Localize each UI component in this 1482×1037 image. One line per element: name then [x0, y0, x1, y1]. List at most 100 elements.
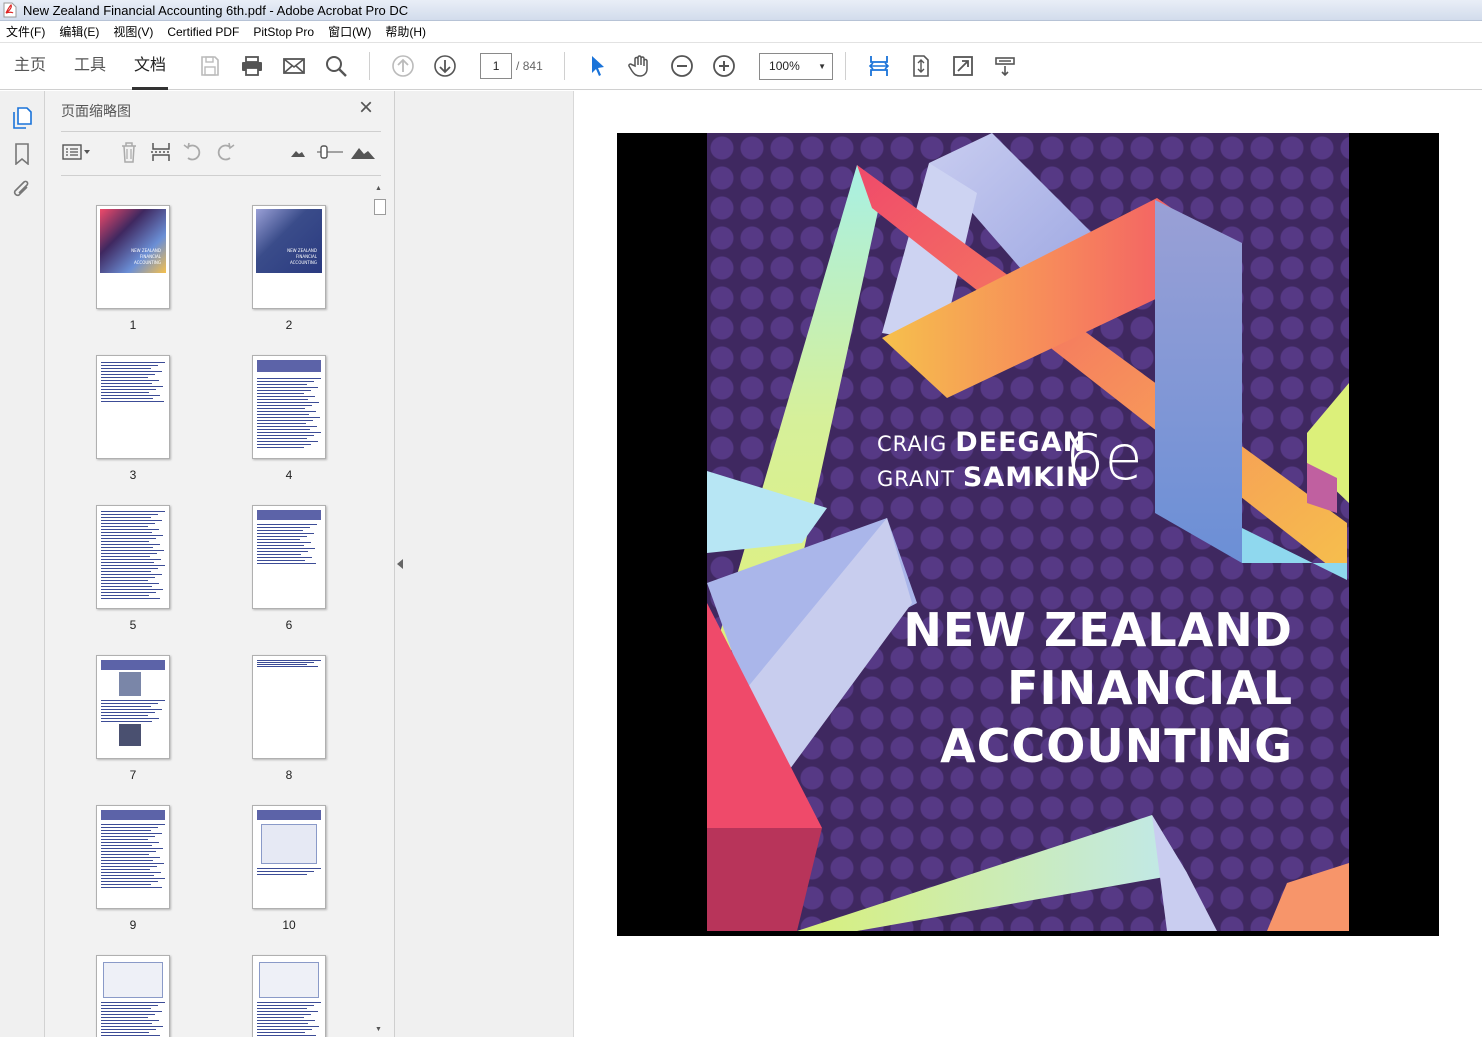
toolbar-divider — [564, 52, 566, 80]
rotate-cw-icon[interactable] — [211, 139, 239, 165]
menu-pitstop-pro[interactable]: PitStop Pro — [253, 25, 314, 39]
thumbnail-page-number: 3 — [129, 468, 137, 482]
menu-edit[interactable]: 编辑(E) — [59, 23, 99, 40]
thumb-text-line — [101, 863, 164, 864]
scrollbar-thumb[interactable] — [374, 199, 386, 215]
thumbnail-smaller-icon[interactable] — [283, 139, 311, 165]
thumb-text-line — [257, 393, 304, 394]
menu-window[interactable]: 窗口(W) — [328, 23, 371, 40]
thumbnail-scrollbar[interactable]: ▲ ▼ — [373, 181, 386, 1037]
search-icon[interactable] — [320, 50, 352, 82]
zoom-out-icon[interactable] — [666, 50, 698, 82]
page-thumbnail[interactable]: 10 — [252, 805, 326, 932]
page-thumbnails-icon[interactable] — [10, 105, 34, 131]
thumb-text-line — [101, 887, 162, 888]
print-icon[interactable] — [236, 50, 268, 82]
zoom-in-icon[interactable] — [708, 50, 740, 82]
menu-certified-pdf[interactable]: Certified PDF — [167, 25, 239, 39]
fullscreen-icon[interactable] — [947, 50, 979, 82]
fit-width-icon[interactable] — [863, 50, 895, 82]
page-thumbnail[interactable]: 9 — [96, 805, 170, 932]
hand-icon[interactable] — [624, 50, 656, 82]
book-cover: CRAIG DEEGAN GRANT SAMKIN 6e NEW ZEALAND F… — [707, 133, 1349, 931]
panel-divider — [61, 131, 381, 132]
thumb-text-line — [101, 592, 156, 593]
thumb-text-line — [101, 538, 156, 539]
thumb-text-line — [257, 414, 309, 415]
thumb-text-line — [257, 1002, 321, 1003]
document-view[interactable]: CRAIG DEEGAN GRANT SAMKIN 6e NEW ZEALAND F… — [575, 91, 1482, 1037]
page-thumbnail[interactable]: 5 — [96, 505, 170, 632]
select-cursor-icon[interactable] — [582, 50, 614, 82]
email-icon[interactable] — [278, 50, 310, 82]
page-number-input[interactable]: 1 — [480, 53, 513, 79]
page-thumbnail[interactable]: 4 — [252, 355, 326, 482]
page-thumbnail[interactable]: 8 — [252, 655, 326, 782]
thumb-text-line — [257, 554, 301, 555]
thumb-text-line — [101, 577, 155, 578]
attachment-icon[interactable] — [10, 177, 34, 203]
thumb-text-line — [101, 1002, 165, 1003]
thumb-text-line — [257, 1032, 305, 1033]
thumb-text-line — [101, 580, 148, 581]
thumb-text-line — [257, 387, 318, 388]
thumbnail-larger-icon[interactable] — [349, 139, 377, 165]
fit-page-icon[interactable] — [905, 50, 937, 82]
close-icon[interactable]: × — [355, 96, 377, 120]
menu-file[interactable]: 文件(F) — [6, 23, 45, 40]
collapse-panel-icon[interactable] — [397, 559, 403, 569]
thumbnail-image — [96, 505, 170, 609]
page-thumbnail[interactable]: 11 — [96, 955, 170, 1037]
thumbnail-list[interactable]: NEW ZEALAND FINANCIAL ACCOUNTING 1 NEW ZEALA… — [61, 181, 371, 1037]
options-menu-icon[interactable] — [61, 139, 91, 165]
thumb-text-line — [101, 1011, 162, 1012]
insert-page-icon[interactable] — [147, 139, 175, 165]
thumbnail-page-number: 7 — [129, 768, 137, 782]
page-thumbnail[interactable]: 12 — [252, 955, 326, 1037]
thumb-text-line — [101, 851, 156, 852]
thumb-text-line — [257, 557, 312, 558]
thumb-text-line — [257, 1014, 311, 1015]
page-thumbnail[interactable]: NEW ZEALAND FINANCIAL ACCOUNTING 1 — [96, 205, 170, 332]
delete-page-icon[interactable] — [115, 139, 143, 165]
thumb-text-line — [101, 1017, 148, 1018]
thumb-text-line — [257, 1035, 316, 1036]
thumbnail-image — [252, 955, 326, 1037]
tab-home[interactable]: 主页 — [0, 42, 60, 90]
tab-tools[interactable]: 工具 — [60, 42, 120, 90]
thumb-text-line — [101, 598, 160, 599]
menu-help[interactable]: 帮助(H) — [385, 23, 426, 40]
thumbnail-page-number: 8 — [285, 768, 293, 782]
page-thumbnail[interactable]: 7 — [96, 655, 170, 782]
thumb-text-line — [257, 1017, 304, 1018]
bookmark-icon[interactable] — [10, 141, 34, 167]
panel-splitter[interactable] — [395, 91, 574, 1037]
zoom-select[interactable]: 100% ▼ — [759, 52, 834, 80]
author-2-first-name: GRANT — [877, 467, 955, 491]
thumb-text-line — [101, 395, 160, 396]
tab-document[interactable]: 文档 — [120, 42, 180, 90]
chevron-down-icon: ▼ — [818, 61, 827, 71]
next-page-icon[interactable] — [429, 50, 461, 82]
menu-view[interactable]: 视图(V) — [113, 23, 153, 40]
save-icon[interactable] — [194, 50, 226, 82]
page-thumbnail[interactable]: 6 — [252, 505, 326, 632]
thumb-text-line — [257, 411, 316, 412]
scroll-up-icon[interactable]: ▲ — [375, 185, 382, 192]
thumb-text-line — [101, 869, 150, 870]
thumb-text-line — [257, 435, 314, 436]
scroll-down-icon[interactable]: ▼ — [375, 1026, 382, 1033]
thumb-cover-text: NEW ZEALAND — [287, 248, 317, 253]
thumb-text-line — [257, 444, 311, 445]
read-mode-icon[interactable] — [989, 50, 1021, 82]
thumb-text-line — [257, 420, 313, 421]
prev-page-icon[interactable] — [387, 50, 419, 82]
thumb-text-line — [101, 559, 161, 560]
thumb-text-line — [101, 586, 152, 587]
rotate-ccw-icon[interactable] — [179, 139, 207, 165]
thumbnail-size-slider[interactable] — [315, 139, 345, 165]
panel-title: 页面缩略图 — [61, 103, 131, 119]
page-thumbnail[interactable]: 3 — [96, 355, 170, 482]
page-thumbnail[interactable]: NEW ZEALAND FINANCIAL ACCOUNTING 2 — [252, 205, 326, 332]
thumb-cover-text: FINANCIAL — [139, 254, 161, 259]
